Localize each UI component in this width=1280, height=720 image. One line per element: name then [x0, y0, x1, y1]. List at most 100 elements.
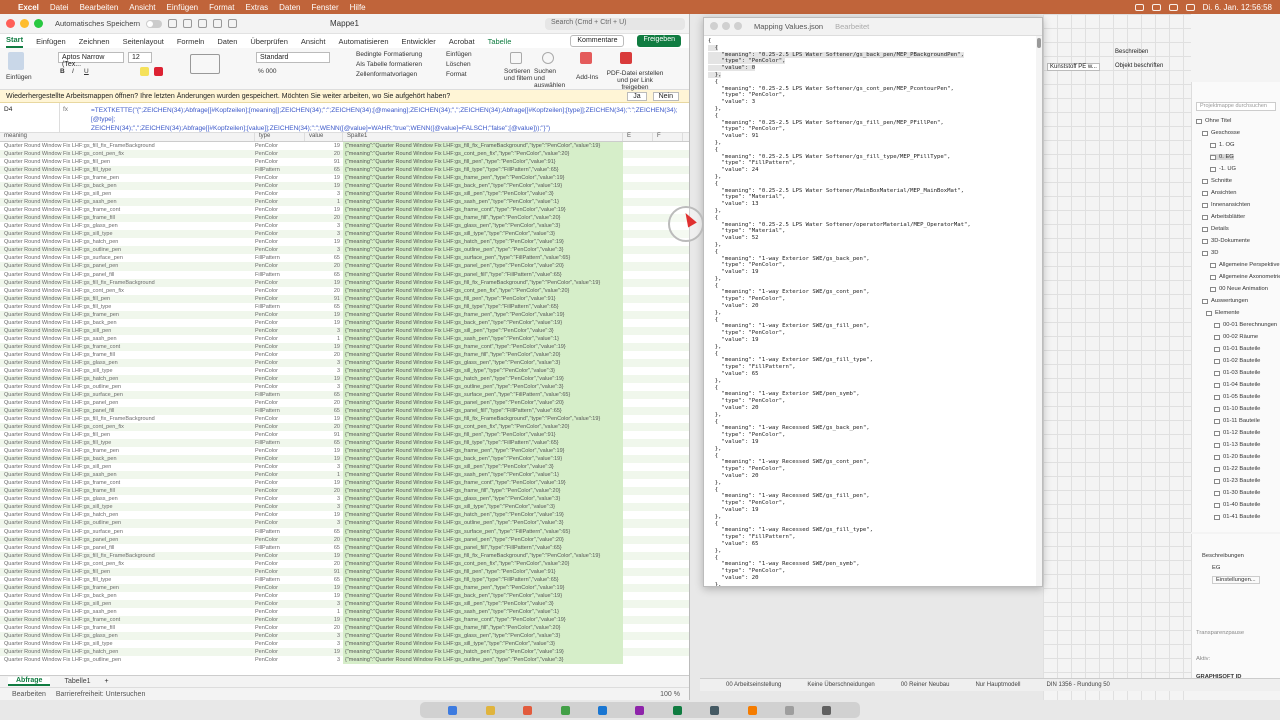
cell-meaning[interactable]: Quarter Round Window Fix LHF:gs_frame_fi… — [0, 487, 255, 495]
cell-value[interactable]: 3 — [305, 463, 343, 471]
json-scrollbar[interactable] — [1036, 36, 1042, 586]
cell-value[interactable]: 20 — [305, 536, 343, 544]
cell-type[interactable]: PenColor — [255, 182, 305, 190]
format-cells-button[interactable]: Format — [446, 71, 467, 78]
cad-status-dimension[interactable]: DIN 1356 - Rundung 50 — [1047, 682, 1110, 688]
cell-meaning[interactable]: Quarter Round Window Fix LHF:gs_back_pen — [0, 455, 255, 463]
cell-type[interactable]: FillPattern — [255, 407, 305, 415]
json-entry[interactable]: { "meaning": "1-way Recessed SWE/pen_sym… — [708, 555, 860, 586]
col-header-spalte1[interactable]: Spalte1 — [343, 133, 623, 141]
table-row[interactable]: Quarter Round Window Fix LHF:gs_panel_fi… — [0, 407, 689, 416]
cell-value[interactable]: 19 — [305, 592, 343, 600]
cell-meaning[interactable]: Quarter Round Window Fix LHF:gs_glass_pe… — [0, 222, 255, 230]
cell-value[interactable]: 91 — [305, 158, 343, 166]
cell-json-output[interactable]: {"meaning":"Quarter Round Window Fix LHF… — [343, 238, 623, 247]
table-row[interactable]: Quarter Round Window Fix LHF:gs_fill_typ… — [0, 575, 689, 584]
cell-type[interactable]: PenColor — [255, 262, 305, 270]
cell-type[interactable]: PenColor — [255, 327, 305, 335]
cell-meaning[interactable]: Quarter Round Window Fix LHF:gs_frame_pe… — [0, 584, 255, 592]
font-color-icon[interactable] — [154, 67, 163, 76]
cell-value[interactable]: 3 — [305, 367, 343, 375]
cell-value[interactable]: 3 — [305, 383, 343, 391]
cell-type[interactable]: PenColor — [255, 503, 305, 511]
cell-value[interactable]: 65 — [305, 254, 343, 262]
table-row[interactable]: Quarter Round Window Fix LHF:gs_outline_… — [0, 382, 689, 391]
cell-type[interactable]: PenColor — [255, 616, 305, 624]
cell-type[interactable]: PenColor — [255, 519, 305, 527]
tree-item[interactable]: Geschosse — [1202, 130, 1240, 136]
zoom-window-button[interactable] — [34, 19, 43, 28]
cell-type[interactable]: PenColor — [255, 246, 305, 254]
table-row[interactable]: Quarter Round Window Fix LHF:gs_fill_fix… — [0, 551, 689, 560]
home-icon[interactable] — [168, 19, 178, 28]
table-row[interactable]: Quarter Round Window Fix LHF:gs_fill_pen… — [0, 431, 689, 440]
cell-value[interactable]: 19 — [305, 142, 343, 150]
table-row[interactable]: Quarter Round Window Fix LHF:gs_fill_fix… — [0, 278, 689, 287]
cell-value[interactable]: 19 — [305, 584, 343, 592]
table-row[interactable]: Quarter Round Window Fix LHF:gs_glass_pe… — [0, 631, 689, 640]
minimize-window-button[interactable] — [20, 19, 29, 28]
cell-value[interactable]: 20 — [305, 487, 343, 495]
share-button[interactable]: Freigeben — [637, 35, 681, 47]
cell-meaning[interactable]: Quarter Round Window Fix LHF:gs_sill_typ… — [0, 503, 255, 511]
tab-ueberpruefen[interactable]: Überprüfen — [250, 37, 288, 48]
tree-item[interactable]: 01-02 Bauteile — [1214, 358, 1260, 364]
cell-meaning[interactable]: Quarter Round Window Fix LHF:gs_frame_co… — [0, 616, 255, 624]
tree-item[interactable]: 1. OG — [1210, 142, 1234, 148]
cell-json-output[interactable]: {"meaning":"Quarter Round Window Fix LHF… — [343, 439, 623, 448]
cell-value[interactable]: 19 — [305, 375, 343, 383]
json-entry[interactable]: { "meaning": "1-way Recessed SWE/gs_fill… — [708, 521, 873, 554]
cell-value[interactable]: 20 — [305, 287, 343, 295]
table-row[interactable]: Quarter Round Window Fix LHF:gs_fill_typ… — [0, 439, 689, 448]
cell-meaning[interactable]: Quarter Round Window Fix LHF:gs_outline_… — [0, 246, 255, 254]
excel-dock-icon[interactable] — [672, 705, 682, 715]
cell-type[interactable]: PenColor — [255, 311, 305, 319]
cell-json-output[interactable]: {"meaning":"Quarter Round Window Fix LHF… — [343, 535, 623, 544]
table-row[interactable]: Quarter Round Window Fix LHF:gs_sill_pen… — [0, 190, 689, 199]
find-select-icon[interactable] — [542, 52, 554, 64]
cell-meaning[interactable]: Quarter Round Window Fix LHF:gs_surface_… — [0, 254, 255, 262]
table-row[interactable]: Quarter Round Window Fix LHF:gs_cont_pen… — [0, 423, 689, 432]
cell-type[interactable]: PenColor — [255, 584, 305, 592]
cell-json-output[interactable]: {"meaning":"Quarter Round Window Fix LHF… — [343, 575, 623, 584]
cell-type[interactable]: PenColor — [255, 471, 305, 479]
cell-type[interactable]: FillPattern — [255, 439, 305, 447]
tree-item[interactable]: 00-02 Räume — [1214, 334, 1258, 340]
italic-button[interactable]: I — [72, 68, 74, 75]
col-header-f[interactable]: F — [653, 133, 683, 141]
tree-item[interactable]: Auswertungen — [1202, 298, 1248, 304]
table-row[interactable]: Quarter Round Window Fix LHF:gs_frame_pe… — [0, 583, 689, 592]
cell-type[interactable]: PenColor — [255, 230, 305, 238]
cell-type[interactable]: PenColor — [255, 632, 305, 640]
cell-type[interactable]: PenColor — [255, 150, 305, 158]
tree-item[interactable]: 01-22 Bauteile — [1214, 466, 1260, 472]
cell-type[interactable]: PenColor — [255, 279, 305, 287]
table-row[interactable]: Quarter Round Window Fix LHF:gs_sash_pen… — [0, 471, 689, 480]
cell-json-output[interactable]: {"meaning":"Quarter Round Window Fix LHF… — [343, 302, 623, 311]
cell-type[interactable]: PenColor — [255, 600, 305, 608]
cell-meaning[interactable]: Quarter Round Window Fix LHF:gs_fill_typ… — [0, 439, 255, 447]
tree-item[interactable]: 3D — [1202, 250, 1218, 256]
cell-value[interactable]: 91 — [305, 295, 343, 303]
cell-meaning[interactable]: Quarter Round Window Fix LHF:gs_sill_pen — [0, 327, 255, 335]
cell-value[interactable]: 19 — [305, 511, 343, 519]
cell-value[interactable]: 20 — [305, 624, 343, 632]
tree-item[interactable]: 01-23 Bauteile — [1214, 478, 1260, 484]
tree-item[interactable]: Allgemeine Perspektive — [1210, 262, 1280, 268]
cell-type[interactable]: FillPattern — [255, 576, 305, 584]
cell-value[interactable]: 91 — [305, 431, 343, 439]
cell-meaning[interactable]: Quarter Round Window Fix LHF:gs_frame_co… — [0, 343, 255, 351]
cell-json-output[interactable]: {"meaning":"Quarter Round Window Fix LHF… — [343, 366, 623, 375]
table-row[interactable]: Quarter Round Window Fix LHF:gs_hatch_pe… — [0, 511, 689, 520]
menu-bearbeiten[interactable]: Bearbeiten — [80, 3, 119, 12]
cell-type[interactable]: PenColor — [255, 511, 305, 519]
cell-type[interactable]: PenColor — [255, 158, 305, 166]
cell-meaning[interactable]: Quarter Round Window Fix LHF:gs_panel_fi… — [0, 271, 255, 279]
menu-einfuegen[interactable]: Einfügen — [167, 3, 199, 12]
underline-button[interactable]: U — [84, 68, 89, 75]
table-row[interactable]: Quarter Round Window Fix LHF:gs_panel_pe… — [0, 535, 689, 544]
table-row[interactable]: Quarter Round Window Fix LHF:gs_fill_fix… — [0, 142, 689, 151]
cad-status-renovation[interactable]: 00 Reiner Neubau — [901, 682, 950, 688]
cad-status-model[interactable]: Nur Hauptmodell — [975, 682, 1020, 688]
json-scroll-thumb[interactable] — [1037, 38, 1041, 48]
